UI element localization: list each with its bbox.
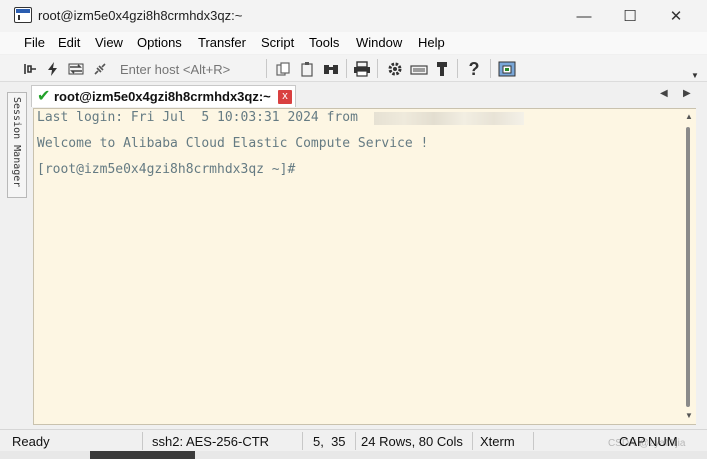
menu-bar: File Edit View Options Transfer Script T…	[0, 32, 707, 54]
quick-connect-icon[interactable]	[43, 59, 63, 79]
menu-window[interactable]: Window	[356, 35, 402, 50]
close-tab-button[interactable]: x	[278, 90, 292, 104]
keymap-icon[interactable]	[409, 59, 429, 79]
redacted-ip-blur	[374, 112, 524, 125]
minimize-button[interactable]: —	[561, 0, 607, 32]
status-terminal-type: Xterm	[480, 434, 515, 449]
toolbar-divider	[457, 59, 458, 78]
toolbar-divider	[266, 59, 267, 78]
find-icon[interactable]	[321, 59, 341, 79]
menu-options[interactable]: Options	[137, 35, 182, 50]
toolbar-overflow-icon[interactable]: ▼	[685, 65, 705, 85]
paste-icon[interactable]	[297, 59, 317, 79]
scroll-up-icon[interactable]: ▲	[685, 112, 693, 121]
toolbar-divider	[346, 59, 347, 78]
terminal-line-prompt: [root@izm5e0x4gzi8h8crmhdx3qz ~]#	[37, 162, 296, 177]
window-title: root@izm5e0x4gzi8h8crmhdx3qz:~	[38, 8, 243, 23]
reconnect-icon[interactable]	[66, 59, 86, 79]
menu-transfer[interactable]: Transfer	[198, 35, 246, 50]
securecrt-app-icon[interactable]	[14, 7, 32, 23]
session-tab[interactable]: ✔ root@izm5e0x4gzi8h8crmhdx3qz:~ x	[31, 85, 296, 107]
screenshot-icon[interactable]	[497, 59, 517, 79]
status-cipher: ssh2: AES-256-CTR	[152, 434, 270, 449]
status-dimensions: 24 Rows, 80 Cols	[361, 434, 463, 449]
tab-scroll-right-icon[interactable]: ▶	[683, 88, 691, 99]
maximize-button[interactable]: ☐	[607, 0, 653, 32]
menu-view[interactable]: View	[95, 35, 123, 50]
status-divider	[142, 432, 143, 450]
session-manager-tab[interactable]: Session Manager	[7, 92, 27, 198]
scrollbar-thumb[interactable]	[686, 127, 690, 407]
copy-icon[interactable]	[273, 59, 293, 79]
status-num-lock: NUM	[648, 434, 678, 449]
menu-file[interactable]: File	[24, 35, 45, 50]
connected-check-icon: ✔	[37, 88, 51, 105]
connect-icon[interactable]	[20, 59, 40, 79]
tab-scroll-left-icon[interactable]: ◀	[660, 88, 668, 99]
print-icon[interactable]	[352, 59, 372, 79]
scroll-down-icon[interactable]: ▼	[685, 411, 693, 420]
status-ready: Ready	[12, 434, 50, 449]
status-bar: Ready ssh2: AES-256-CTR 5, 35 24 Rows, 8…	[0, 429, 707, 451]
menu-tools[interactable]: Tools	[309, 35, 339, 50]
title-bar: root@izm5e0x4gzi8h8crmhdx3qz:~ — ☐ ✕	[0, 0, 707, 32]
terminal-line-welcome: Welcome to Alibaba Cloud Elastic Compute…	[37, 136, 429, 151]
enter-host-input[interactable]	[114, 60, 264, 78]
session-tab-label: root@izm5e0x4gzi8h8crmhdx3qz:~	[54, 89, 271, 104]
terminal-scrollbar[interactable]: ▲ ▼	[682, 109, 696, 424]
toolbar-divider	[377, 59, 378, 78]
toolbar: ? ▼	[0, 55, 707, 82]
menu-edit[interactable]: Edit	[58, 35, 80, 50]
session-manager-label: Session Manager	[11, 97, 22, 188]
close-window-button[interactable]: ✕	[653, 0, 699, 32]
status-caps-lock: CAP	[619, 434, 646, 449]
status-divider	[533, 432, 534, 450]
terminal-area[interactable]: Last login: Fri Jul 5 10:03:31 2024 from…	[33, 108, 696, 425]
settings-icon[interactable]	[385, 59, 405, 79]
status-cursor-position: 5, 35	[313, 434, 346, 449]
toolbar-divider	[490, 59, 491, 78]
disconnect-icon[interactable]	[90, 59, 110, 79]
help-icon[interactable]: ?	[464, 59, 484, 79]
sftp-icon[interactable]	[432, 59, 452, 79]
status-divider	[355, 432, 356, 450]
status-divider	[302, 432, 303, 450]
taskbar-thumbnail	[90, 451, 195, 459]
menu-help[interactable]: Help	[418, 35, 445, 50]
menu-script[interactable]: Script	[261, 35, 294, 50]
status-divider	[472, 432, 473, 450]
terminal-line-last-login: Last login: Fri Jul 5 10:03:31 2024 from	[37, 110, 366, 125]
